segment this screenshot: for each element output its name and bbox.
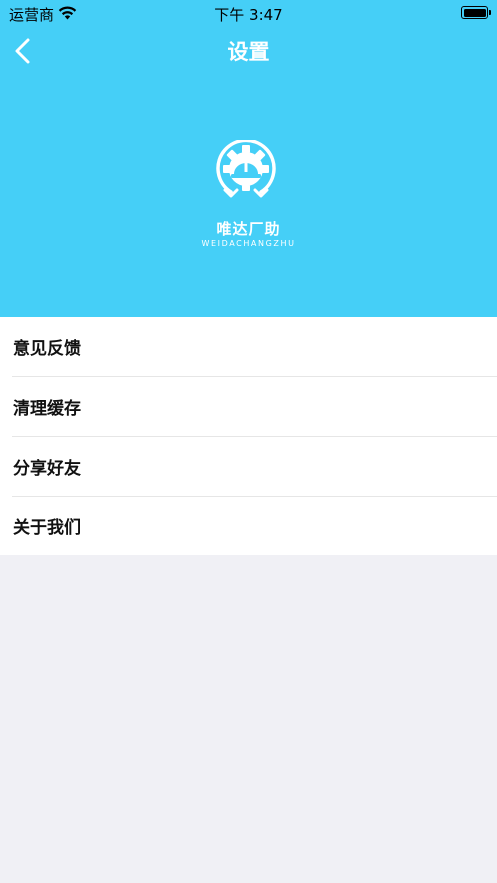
menu-item-about-us[interactable]: 关于我们 (0, 496, 497, 555)
menu-item-label: 清理缓存 (13, 399, 81, 419)
menu-item-share-friends[interactable]: 分享好友 (0, 437, 497, 496)
settings-header: 运营商 下午 3:47 设置 唯达厂助 WEIDACHANGZHU (0, 0, 497, 317)
menu-item-clear-cache[interactable]: 清理缓存 (0, 377, 497, 436)
battery-icon (461, 6, 491, 19)
settings-menu: 意见反馈 清理缓存 分享好友 关于我们 (0, 317, 497, 555)
brand-subtitle: WEIDACHANGZHU (201, 239, 296, 248)
menu-item-feedback[interactable]: 意见反馈 (0, 317, 497, 376)
brand-name: 唯达厂助 (216, 220, 281, 238)
menu-item-label: 意见反馈 (13, 339, 81, 359)
status-bar: 运营商 下午 3:47 (0, 0, 497, 26)
page-title: 设置 (227, 40, 270, 64)
menu-item-label: 关于我们 (13, 518, 81, 538)
menu-item-label: 分享好友 (13, 459, 81, 479)
gear-hardhat-wrench-logo (216, 140, 276, 198)
clock: 下午 3:47 (214, 6, 283, 24)
